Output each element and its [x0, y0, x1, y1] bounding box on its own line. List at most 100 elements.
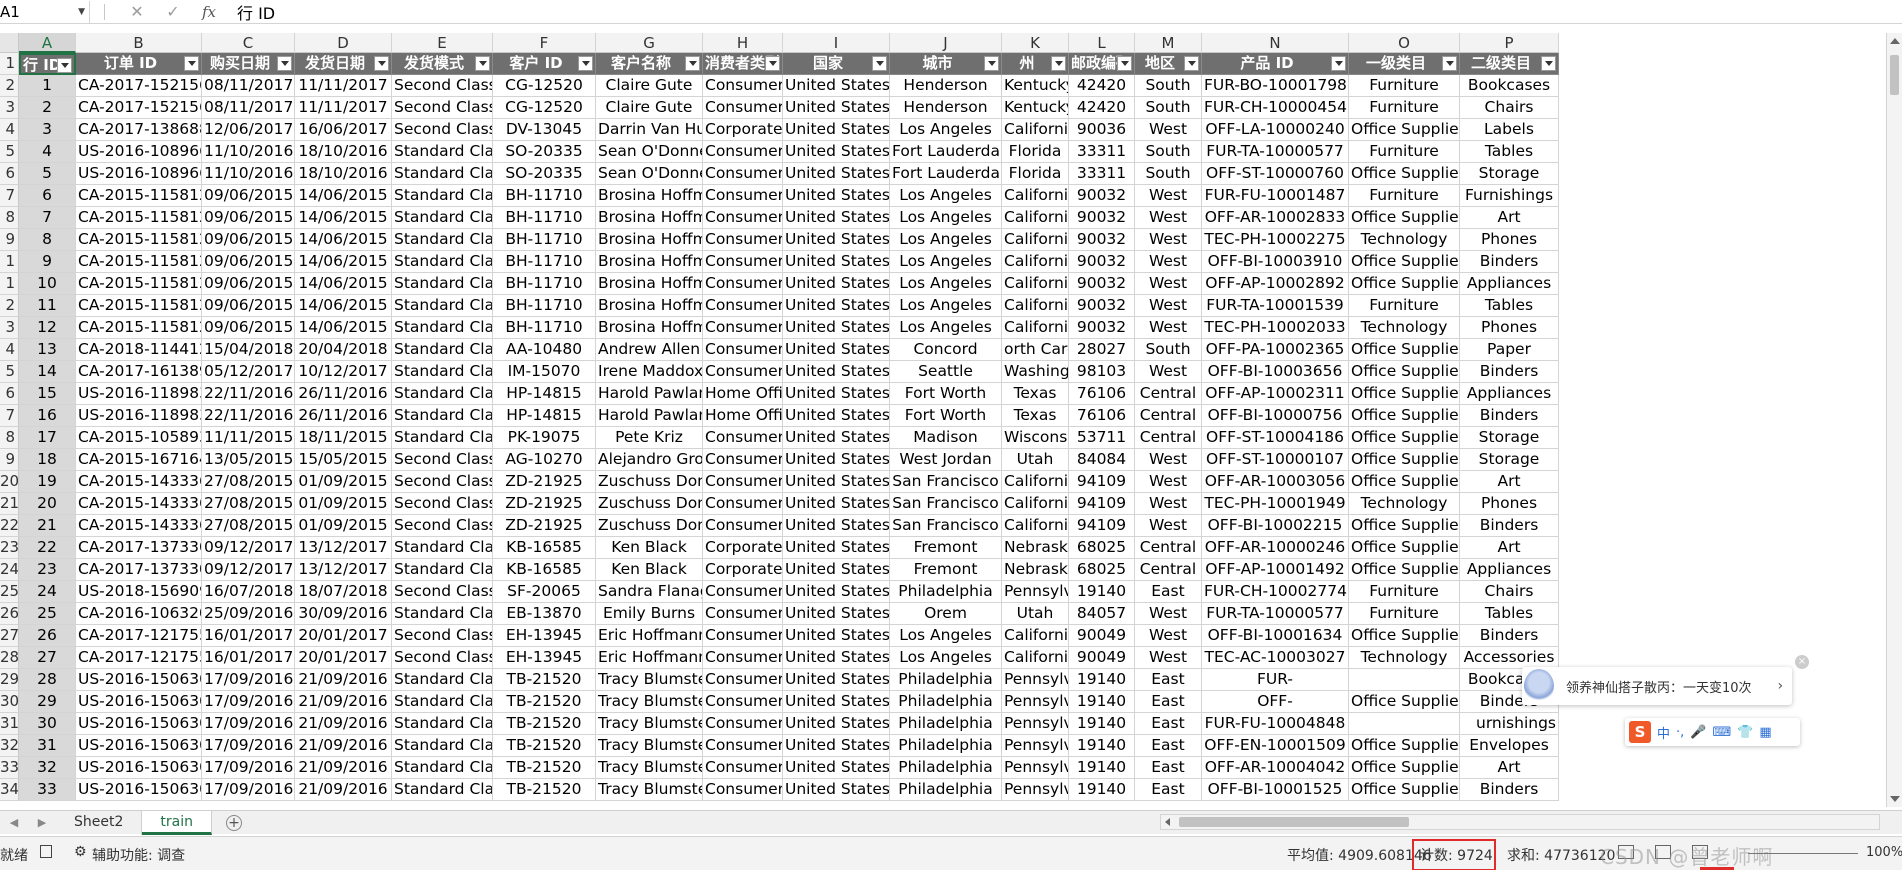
- table-cell[interactable]: BH-11710: [493, 207, 596, 229]
- table-cell[interactable]: US-2016-150630: [76, 669, 202, 691]
- table-cell[interactable]: 26/11/2016: [295, 383, 392, 405]
- formula-input[interactable]: 行 ID: [237, 0, 275, 24]
- table-cell[interactable]: Second Class: [392, 493, 493, 515]
- vertical-scrollbar[interactable]: [1886, 33, 1902, 807]
- table-cell[interactable]: 94109: [1069, 493, 1135, 515]
- table-cell[interactable]: US-2018-156909: [76, 581, 202, 603]
- table-cell[interactable]: Consumer: [703, 669, 783, 691]
- table-cell[interactable]: BH-11710: [493, 229, 596, 251]
- table-cell[interactable]: United States: [783, 603, 890, 625]
- table-cell[interactable]: United States: [783, 735, 890, 757]
- table-cell[interactable]: United States: [783, 185, 890, 207]
- table-cell[interactable]: Madison: [890, 427, 1002, 449]
- table-cell[interactable]: 32: [19, 757, 76, 779]
- table-cell[interactable]: Orem: [890, 603, 1002, 625]
- table-cell[interactable]: California: [1002, 471, 1069, 493]
- table-cell[interactable]: California: [1002, 273, 1069, 295]
- table-cell[interactable]: FUR-FU-10001487: [1202, 185, 1349, 207]
- table-cell[interactable]: OFF-BI-10002215: [1202, 515, 1349, 537]
- table-cell[interactable]: San Francisco: [890, 515, 1002, 537]
- table-cell[interactable]: 68025: [1069, 537, 1135, 559]
- table-cell[interactable]: Ken Black: [596, 537, 703, 559]
- column-header-g[interactable]: G: [596, 33, 703, 53]
- table-cell[interactable]: Standard Class: [392, 713, 493, 735]
- table-cell[interactable]: Second Class: [392, 515, 493, 537]
- table-cell[interactable]: Standard Class: [392, 273, 493, 295]
- table-cell[interactable]: Binders: [1460, 361, 1559, 383]
- table-cell[interactable]: 4: [19, 141, 76, 163]
- table-cell[interactable]: Office Supplies: [1349, 383, 1460, 405]
- table-cell[interactable]: Furniture: [1349, 603, 1460, 625]
- table-cell[interactable]: Consumer: [703, 449, 783, 471]
- table-cell[interactable]: United States: [783, 119, 890, 141]
- table-cell[interactable]: 01/09/2015: [295, 471, 392, 493]
- table-cell[interactable]: Claire Gute: [596, 75, 703, 97]
- table-cell[interactable]: 29: [19, 691, 76, 713]
- table-cell[interactable]: South: [1135, 339, 1202, 361]
- filter-dropdown-icon[interactable]: [984, 56, 999, 71]
- table-cell[interactable]: United States: [783, 361, 890, 383]
- table-cell[interactable]: 90032: [1069, 273, 1135, 295]
- table-cell[interactable]: 84057: [1069, 603, 1135, 625]
- table-cell[interactable]: 53711: [1069, 427, 1135, 449]
- table-cell[interactable]: Labels: [1460, 119, 1559, 141]
- table-cell[interactable]: 17/09/2016: [202, 691, 295, 713]
- column-header-k[interactable]: K: [1002, 33, 1069, 53]
- table-cell[interactable]: US-2016-108966: [76, 163, 202, 185]
- table-cell[interactable]: Consumer: [703, 317, 783, 339]
- table-cell[interactable]: United States: [783, 427, 890, 449]
- row-header[interactable]: 4: [0, 339, 19, 361]
- table-cell[interactable]: United States: [783, 141, 890, 163]
- chevron-down-icon[interactable]: ▼: [78, 7, 85, 17]
- zoom-level[interactable]: 100%: [1866, 845, 1902, 860]
- table-cell[interactable]: TB-21520: [493, 713, 596, 735]
- table-cell[interactable]: AG-10270: [493, 449, 596, 471]
- table-cell[interactable]: Los Angeles: [890, 119, 1002, 141]
- table-cell[interactable]: CA-2017-137330: [76, 537, 202, 559]
- table-cell[interactable]: IM-15070: [493, 361, 596, 383]
- filter-dropdown-icon[interactable]: [1117, 56, 1132, 71]
- table-cell[interactable]: United States: [783, 295, 890, 317]
- table-cell[interactable]: Harold Pawlan: [596, 383, 703, 405]
- table-cell[interactable]: Consumer: [703, 493, 783, 515]
- table-cell[interactable]: CA-2015-115812: [76, 207, 202, 229]
- table-cell[interactable]: CA-2017-152156: [76, 75, 202, 97]
- table-cell[interactable]: 09/06/2015: [202, 295, 295, 317]
- table-cell[interactable]: California: [1002, 251, 1069, 273]
- table-cell[interactable]: Standard Class: [392, 295, 493, 317]
- table-cell[interactable]: Los Angeles: [890, 207, 1002, 229]
- table-cell[interactable]: 42420: [1069, 75, 1135, 97]
- table-cell[interactable]: East: [1135, 691, 1202, 713]
- table-cell[interactable]: Tracy Blumstein: [596, 713, 703, 735]
- table-cell[interactable]: Chairs: [1460, 97, 1559, 119]
- table-cell[interactable]: 16: [19, 405, 76, 427]
- table-cell[interactable]: BH-11710: [493, 185, 596, 207]
- cell-area[interactable]: 行 ID 订单 ID 购买日期 发货日期 发货模式 客户 ID 客户名称 消费者类型 国家 城市 州…: [19, 53, 1559, 801]
- table-cell[interactable]: Office Supplies: [1349, 251, 1460, 273]
- table-cell[interactable]: Phones: [1460, 493, 1559, 515]
- table-cell[interactable]: Consumer: [703, 273, 783, 295]
- table-cell[interactable]: HP-14815: [493, 405, 596, 427]
- table-cell[interactable]: West: [1135, 471, 1202, 493]
- header-cell[interactable]: 客户 ID: [493, 53, 596, 75]
- table-cell[interactable]: 14/06/2015: [295, 207, 392, 229]
- row-header[interactable]: 1: [0, 251, 19, 273]
- table-cell[interactable]: CA-2015-115812: [76, 295, 202, 317]
- table-cell[interactable]: orth Carolir: [1002, 339, 1069, 361]
- row-header[interactable]: 9: [0, 449, 19, 471]
- header-cell[interactable]: 邮政编码: [1069, 53, 1135, 75]
- table-cell[interactable]: West: [1135, 449, 1202, 471]
- table-cell[interactable]: 90049: [1069, 647, 1135, 669]
- table-cell[interactable]: Consumer: [703, 141, 783, 163]
- table-cell[interactable]: Phones: [1460, 229, 1559, 251]
- table-cell[interactable]: OFF-BI-10003910: [1202, 251, 1349, 273]
- table-cell[interactable]: Philadelphia: [890, 757, 1002, 779]
- table-cell[interactable]: Philadelphia: [890, 713, 1002, 735]
- table-cell[interactable]: Consumer: [703, 603, 783, 625]
- header-cell[interactable]: 地区: [1135, 53, 1202, 75]
- table-cell[interactable]: CA-2015-115812: [76, 185, 202, 207]
- table-cell[interactable]: 19140: [1069, 779, 1135, 801]
- table-cell[interactable]: Sean O'Donnell: [596, 163, 703, 185]
- table-cell[interactable]: Art: [1460, 537, 1559, 559]
- table-cell[interactable]: Los Angeles: [890, 229, 1002, 251]
